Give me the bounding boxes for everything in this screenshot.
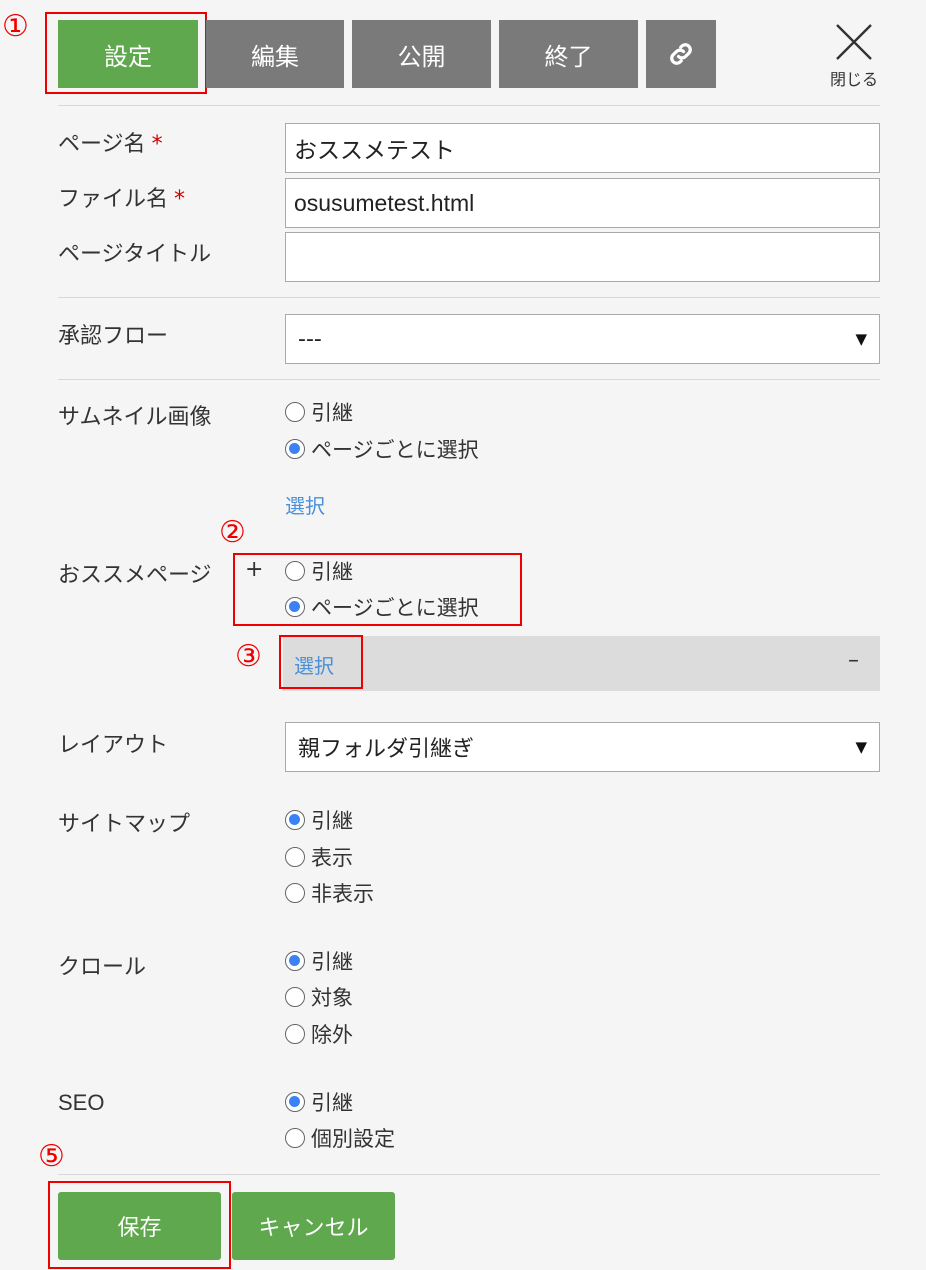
layout-select[interactable]: 親フォルダ引継ぎ ▼ — [285, 722, 880, 772]
sitemap-radio-inherit[interactable]: 引継 — [285, 805, 353, 835]
crawl-radio-exclude[interactable]: 除外 — [285, 1019, 353, 1049]
radio-circle-icon — [285, 402, 305, 422]
radio-circle-icon — [285, 987, 305, 1007]
radio-label: 対象 — [311, 986, 353, 1010]
radio-circle-icon — [285, 1128, 305, 1148]
tab-edit[interactable]: 編集 — [206, 20, 344, 88]
radio-selected-icon — [285, 597, 305, 617]
seo-radio-custom[interactable]: 個別設定 — [285, 1123, 395, 1153]
radio-label: 引継 — [311, 560, 353, 584]
radio-label: 引継 — [311, 401, 353, 425]
recommend-page-label: おススメページ — [58, 563, 212, 588]
tab-settings[interactable]: 設定 — [58, 20, 198, 88]
cancel-button[interactable]: キャンセル — [232, 1192, 395, 1260]
radio-selected-icon — [285, 810, 305, 830]
file-name-label: ファイル名 * — [58, 181, 185, 213]
crawl-label: クロール — [58, 955, 147, 980]
radio-circle-icon — [285, 847, 305, 867]
thumbnail-radio-inherit[interactable]: 引継 — [285, 397, 353, 427]
radio-selected-icon — [285, 439, 305, 459]
seo-label: SEO — [58, 1090, 105, 1115]
radio-label: 個別設定 — [311, 1127, 395, 1151]
dropdown-caret-icon: ▼ — [855, 738, 867, 756]
radio-selected-icon — [285, 951, 305, 971]
annotation-1: ① — [2, 9, 29, 44]
sitemap-radio-show[interactable]: 表示 — [285, 842, 353, 872]
required-mark: * — [151, 132, 163, 157]
radio-label: 除外 — [311, 1023, 353, 1047]
page-name-input[interactable]: おススメテスト — [285, 123, 880, 173]
collapse-minus-icon[interactable]: – — [848, 648, 859, 673]
approval-flow-label: 承認フロー — [58, 324, 169, 349]
page-name-label: ページ名 * — [58, 126, 163, 158]
thumbnail-radio-per-page[interactable]: ページごとに選択 — [285, 434, 479, 464]
thumbnail-label: サムネイル画像 — [58, 405, 212, 430]
tab-finish[interactable]: 終了 — [499, 20, 638, 88]
sitemap-radio-hide[interactable]: 非表示 — [285, 878, 374, 908]
expand-plus-icon[interactable]: + — [245, 557, 263, 582]
radio-label: 表示 — [311, 846, 353, 870]
radio-circle-icon — [285, 883, 305, 903]
recommend-select-panel — [283, 636, 880, 691]
layout-label: レイアウト — [58, 733, 169, 758]
radio-circle-icon — [285, 561, 305, 581]
annotation-box-3 — [279, 635, 363, 689]
close-icon — [836, 24, 872, 60]
divider — [58, 105, 880, 106]
tab-publish[interactable]: 公開 — [352, 20, 491, 88]
annotation-3: ③ — [235, 639, 262, 674]
page-name-label-text: ページ名 — [58, 132, 146, 157]
radio-label: ページごとに選択 — [311, 438, 479, 462]
divider — [58, 297, 880, 298]
crawl-radio-inherit[interactable]: 引継 — [285, 946, 353, 976]
thumbnail-select-link[interactable]: 選択 — [285, 490, 325, 519]
seo-radio-inherit[interactable]: 引継 — [285, 1087, 353, 1117]
divider — [58, 379, 880, 380]
layout-value: 親フォルダ引継ぎ — [298, 737, 475, 762]
crawl-radio-target[interactable]: 対象 — [285, 982, 353, 1012]
save-button[interactable]: 保存 — [58, 1192, 221, 1260]
close-label: 閉じる — [829, 70, 878, 89]
radio-label: ページごとに選択 — [311, 596, 479, 620]
radio-label: 引継 — [311, 950, 353, 974]
required-mark: * — [174, 187, 186, 212]
file-name-label-text: ファイル名 — [58, 187, 169, 212]
annotation-5: ⑤ — [38, 1139, 65, 1174]
sitemap-label: サイトマップ — [58, 812, 191, 837]
radio-circle-icon — [285, 1024, 305, 1044]
divider — [58, 1174, 880, 1175]
annotation-2: ② — [219, 515, 246, 550]
radio-label: 引継 — [311, 809, 353, 833]
recommend-radio-per-page[interactable]: ページごとに選択 — [285, 592, 479, 622]
radio-selected-icon — [285, 1092, 305, 1112]
file-name-input[interactable]: osusumetest.html — [285, 178, 880, 228]
approval-flow-value: --- — [298, 326, 322, 352]
page-title-label: ページタイトル — [58, 242, 212, 267]
radio-label: 引継 — [311, 1091, 353, 1115]
radio-label: 非表示 — [311, 882, 374, 906]
link-icon — [670, 43, 692, 65]
close-button[interactable]: 閉じる — [826, 22, 882, 89]
page-title-input[interactable] — [285, 232, 880, 282]
link-button[interactable] — [646, 20, 716, 88]
recommend-radio-inherit[interactable]: 引継 — [285, 556, 353, 586]
dropdown-caret-icon: ▼ — [855, 330, 867, 348]
approval-flow-select[interactable]: --- ▼ — [285, 314, 880, 364]
